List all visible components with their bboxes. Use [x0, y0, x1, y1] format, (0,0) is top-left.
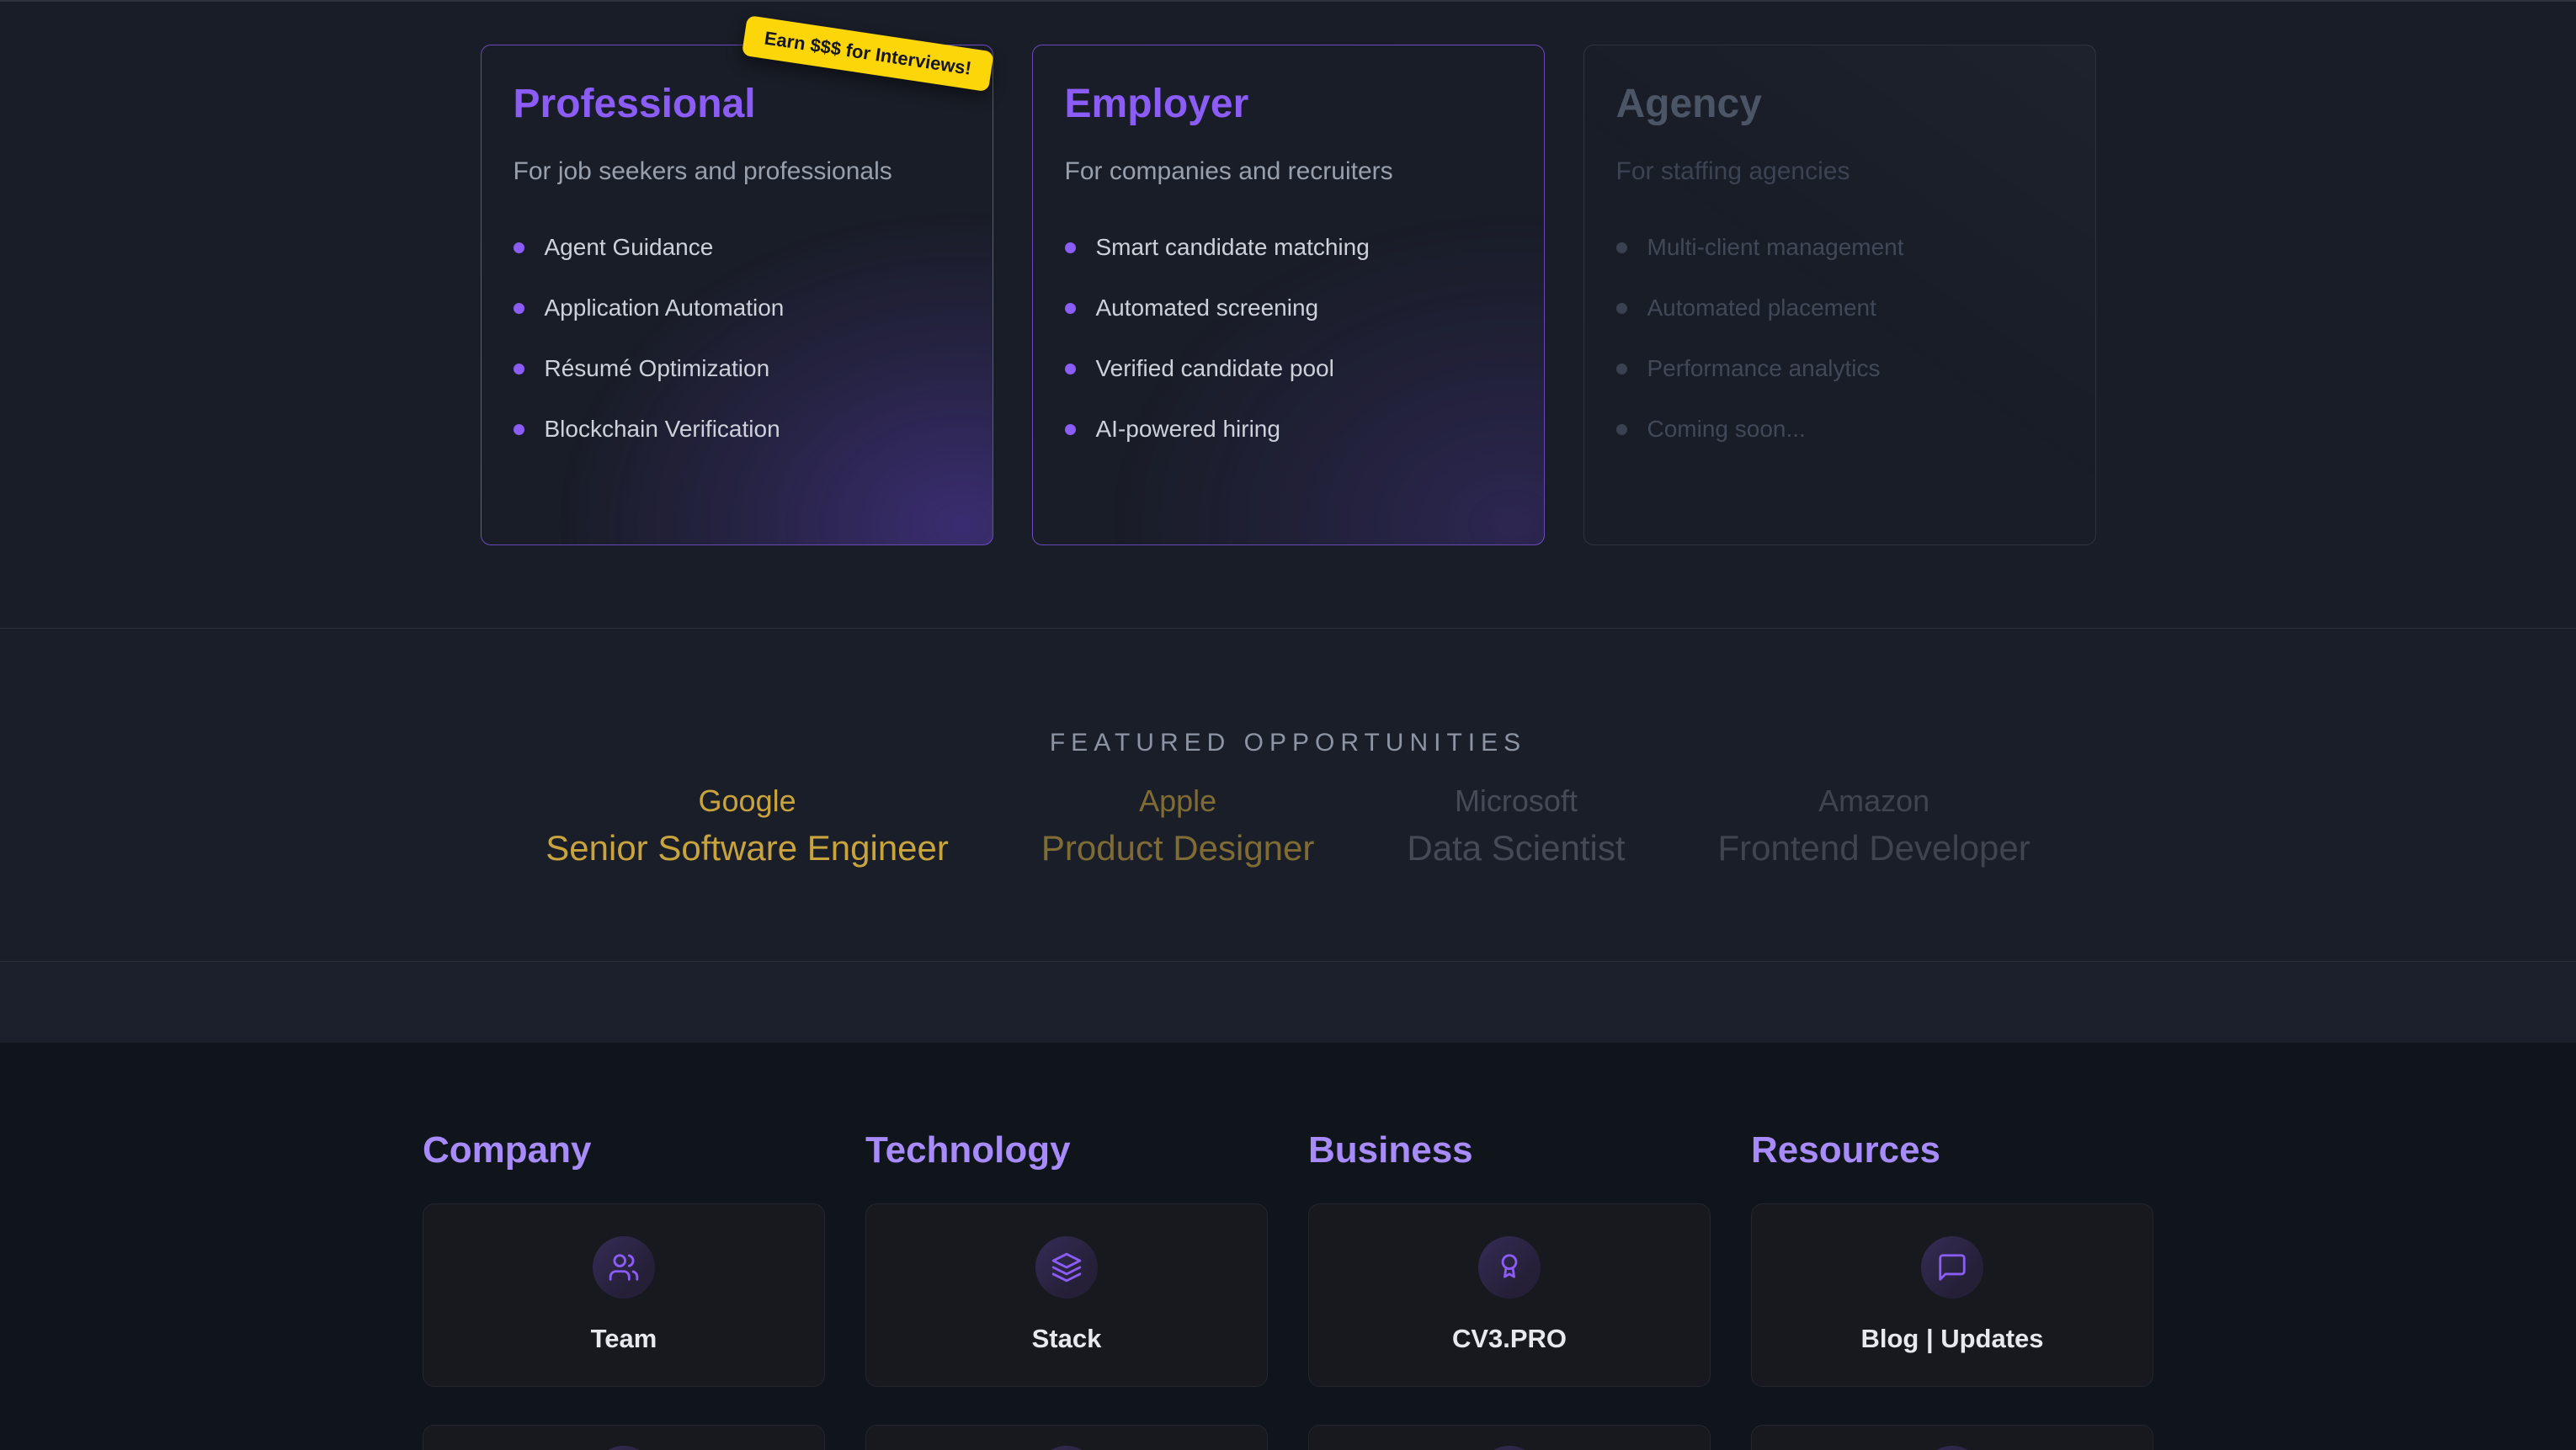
footer-card-blog[interactable]: Blog | Updates — [1751, 1203, 2153, 1387]
chat-icon — [1921, 1236, 1983, 1299]
footer-heading: Resources — [1751, 1129, 2153, 1170]
plan-feature: Performance analytics — [1616, 356, 2063, 381]
layers-icon — [1035, 1236, 1098, 1299]
hidden-icon — [1035, 1446, 1098, 1450]
plan-title: Professional — [514, 81, 961, 127]
footer-card-label: Stack — [866, 1324, 1267, 1354]
plan-feature: Automated screening — [1065, 295, 1512, 321]
hidden-icon — [593, 1446, 655, 1450]
award-icon — [1478, 1236, 1541, 1299]
plan-title: Agency — [1616, 81, 2063, 127]
bullet-dot-icon — [1616, 242, 1627, 253]
featured-role: Data Scientist — [1407, 826, 1625, 870]
footer-column-technology: Technology Stack — [865, 1043, 1268, 1450]
plan-subtitle: For companies and recruiters — [1065, 157, 1512, 186]
bullet-dot-icon — [1065, 364, 1076, 374]
plan-card-employer[interactable]: Employer For companies and recruiters Sm… — [1032, 45, 1545, 545]
footer-card-label: Blog | Updates — [1752, 1324, 2153, 1354]
featured-company: Google — [546, 783, 949, 820]
featured-company: Apple — [1041, 783, 1315, 820]
plan-feature-list: Smart candidate matching Automated scree… — [1065, 235, 1512, 442]
hidden-icon — [1921, 1446, 1983, 1450]
footer-card-label: Team — [423, 1324, 824, 1354]
featured-row: Google Senior Software Engineer Apple Pr… — [0, 783, 2576, 870]
plan-feature: Verified candidate pool — [1065, 356, 1512, 381]
bullet-dot-icon — [514, 364, 524, 374]
plan-feature: Résumé Optimization — [514, 356, 961, 381]
plan-feature-list: Multi-client management Automated placem… — [1616, 235, 2063, 442]
featured-item[interactable]: Google Senior Software Engineer — [546, 783, 949, 870]
footer-card-cutoff[interactable] — [1308, 1425, 1711, 1450]
footer-card-label: CV3.PRO — [1309, 1324, 1710, 1354]
site-footer: Company Team Technology Stack — [0, 1043, 2576, 1450]
footer-column-resources: Resources Blog | Updates — [1751, 1043, 2153, 1450]
featured-item[interactable]: Amazon Frontend Developer — [1718, 783, 2030, 870]
bullet-dot-icon — [514, 242, 524, 253]
hidden-icon — [1478, 1446, 1541, 1450]
plans-row: Professional For job seekers and profess… — [0, 2, 2576, 545]
plans-section: Earn $$$ for Interviews! Professional Fo… — [0, 0, 2576, 629]
section-spacer — [0, 962, 2576, 1043]
featured-role: Frontend Developer — [1718, 826, 2030, 870]
featured-company: Microsoft — [1407, 783, 1625, 820]
footer-card-cutoff[interactable] — [865, 1425, 1268, 1450]
plan-feature: Agent Guidance — [514, 235, 961, 260]
footer-grid: Company Team Technology Stack — [423, 1043, 2153, 1450]
footer-column-business: Business CV3.PRO — [1308, 1043, 1711, 1450]
bullet-dot-icon — [514, 303, 524, 314]
plan-feature: Coming soon... — [1616, 417, 2063, 442]
plan-title: Employer — [1065, 81, 1512, 127]
featured-item[interactable]: Microsoft Data Scientist — [1407, 783, 1625, 870]
featured-heading: FEATURED OPPORTUNITIES — [0, 629, 2576, 757]
bullet-dot-icon — [1616, 424, 1627, 435]
plan-card-professional[interactable]: Professional For job seekers and profess… — [481, 45, 993, 545]
plan-subtitle: For job seekers and professionals — [514, 157, 961, 186]
featured-role: Product Designer — [1041, 826, 1315, 870]
plan-feature: AI-powered hiring — [1065, 417, 1512, 442]
plan-feature-list: Agent Guidance Application Automation Ré… — [514, 235, 961, 442]
footer-heading: Business — [1308, 1129, 1711, 1170]
featured-company: Amazon — [1718, 783, 2030, 820]
footer-card-cutoff[interactable] — [1751, 1425, 2153, 1450]
footer-column-company: Company Team — [423, 1043, 825, 1450]
footer-heading: Company — [423, 1129, 825, 1170]
bullet-dot-icon — [1616, 364, 1627, 374]
footer-card-cutoff[interactable] — [423, 1425, 825, 1450]
featured-role: Senior Software Engineer — [546, 826, 949, 870]
bullet-dot-icon — [1065, 242, 1076, 253]
bullet-dot-icon — [1616, 303, 1627, 314]
footer-card-cv3pro[interactable]: CV3.PRO — [1308, 1203, 1711, 1387]
plan-feature: Smart candidate matching — [1065, 235, 1512, 260]
featured-item[interactable]: Apple Product Designer — [1041, 783, 1315, 870]
users-icon — [593, 1236, 655, 1299]
plan-feature: Application Automation — [514, 295, 961, 321]
featured-opportunities-section: FEATURED OPPORTUNITIES Google Senior Sof… — [0, 629, 2576, 962]
plan-feature: Multi-client management — [1616, 235, 2063, 260]
footer-heading: Technology — [865, 1129, 1268, 1170]
plan-card-agency: Agency For staffing agencies Multi-clien… — [1583, 45, 2096, 545]
bullet-dot-icon — [1065, 424, 1076, 435]
plan-subtitle: For staffing agencies — [1616, 157, 2063, 186]
plan-feature: Automated placement — [1616, 295, 2063, 321]
plan-feature: Blockchain Verification — [514, 417, 961, 442]
bullet-dot-icon — [1065, 303, 1076, 314]
footer-card-stack[interactable]: Stack — [865, 1203, 1268, 1387]
footer-card-team[interactable]: Team — [423, 1203, 825, 1387]
bullet-dot-icon — [514, 424, 524, 435]
